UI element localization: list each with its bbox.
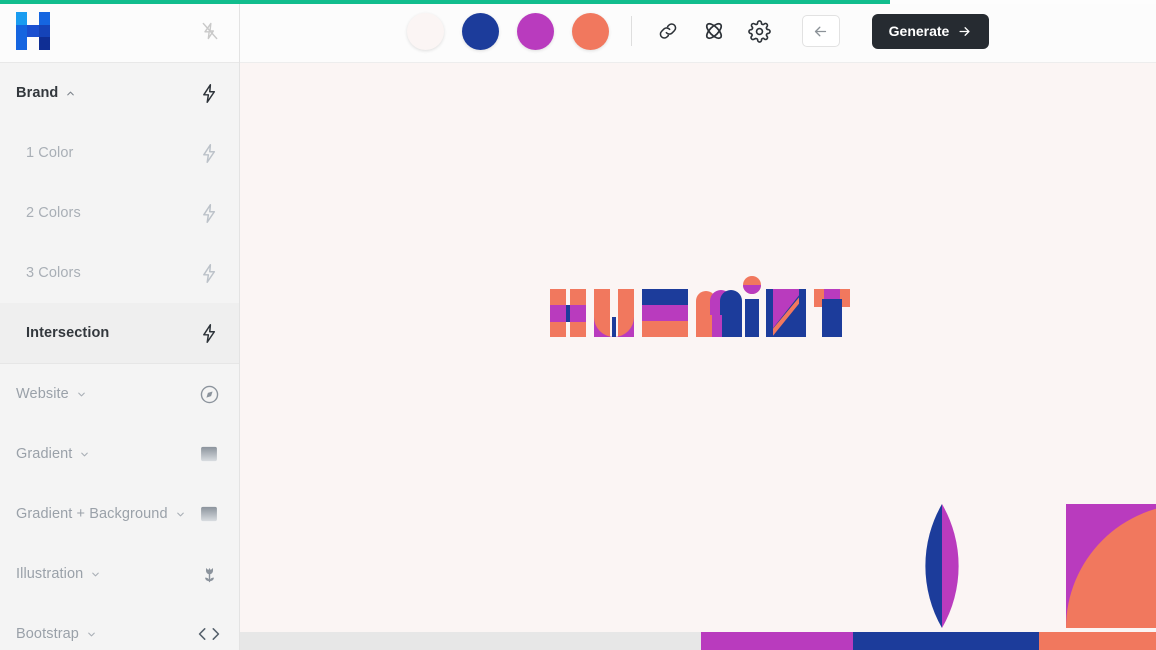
compass-icon[interactable]: [197, 382, 221, 406]
toolbar-actions: Generate: [654, 13, 990, 49]
sidebar-item-label: Illustration: [16, 566, 84, 582]
swatch-blue[interactable]: [461, 12, 499, 50]
undo-back-button[interactable]: [801, 15, 840, 47]
top-toolbar: Generate: [240, 0, 1156, 63]
chevron-down-icon: [90, 569, 101, 580]
sidebar-item-label: 1 Color: [26, 145, 74, 161]
generate-1-color-bolt-icon[interactable]: [197, 141, 221, 165]
bottom-color-blocks: [701, 632, 1156, 650]
generate-3-colors-bolt-icon[interactable]: [197, 261, 221, 285]
generate-intersection-bolt-icon[interactable]: [197, 321, 221, 345]
sidebar-item-brand[interactable]: Brand: [0, 63, 239, 123]
huemint-wordmark-artwork: [550, 276, 850, 337]
generation-progress-fill: [0, 0, 891, 4]
main-canvas-area: Generate: [240, 0, 1156, 650]
generation-progress-bar: [0, 0, 1156, 4]
generate-brand-bolt-icon[interactable]: [197, 81, 221, 105]
auto-generate-off-icon[interactable]: [199, 20, 221, 42]
sidebar-item-website[interactable]: Website: [0, 364, 239, 424]
sidebar-item-label: 3 Colors: [26, 265, 81, 281]
sidebar-header: [0, 0, 239, 63]
generate-button[interactable]: Generate: [871, 13, 990, 49]
swatch-background[interactable]: [406, 12, 444, 50]
sidebar: Brand 1 Color 2 Colors 3 Colors Intersec…: [0, 0, 240, 650]
bottom-block-blue: [852, 632, 1040, 650]
sidebar-item-2-colors[interactable]: 2 Colors: [0, 183, 239, 243]
link-icon[interactable]: [654, 17, 682, 45]
bottom-block-purple: [701, 632, 853, 650]
sidebar-item-label: Gradient: [16, 446, 73, 462]
chevron-down-icon: [76, 389, 87, 400]
gear-icon[interactable]: [746, 17, 774, 45]
atom-icon[interactable]: [700, 17, 728, 45]
sidebar-item-intersection[interactable]: Intersection: [0, 303, 239, 363]
chevron-down-icon: [79, 449, 90, 460]
sidebar-item-label: Brand: [16, 85, 59, 101]
toolbar-divider: [630, 16, 632, 46]
sidebar-item-label: Intersection: [26, 325, 110, 341]
chevron-down-icon: [86, 629, 97, 640]
sidebar-item-3-colors[interactable]: 3 Colors: [0, 243, 239, 303]
chevron-down-icon: [175, 509, 186, 520]
design-preview-stage: [240, 63, 1156, 650]
sidebar-item-label: Gradient + Background: [16, 506, 168, 522]
palette-swatches: [406, 12, 609, 50]
gradient-icon[interactable]: [197, 502, 221, 526]
code-icon[interactable]: [197, 622, 221, 646]
sidebar-item-bootstrap[interactable]: Bootstrap: [0, 604, 239, 650]
sidebar-item-gradient[interactable]: Gradient: [0, 424, 239, 484]
sidebar-item-illustration[interactable]: Illustration: [0, 544, 239, 604]
sidebar-item-1-color[interactable]: 1 Color: [0, 123, 239, 183]
arrow-right-icon: [959, 26, 970, 36]
decorative-leaf-shapes: [925, 504, 1156, 628]
bottom-block-coral: [1039, 632, 1156, 650]
app-root: Brand 1 Color 2 Colors 3 Colors Intersec…: [0, 0, 1156, 650]
sidebar-item-gradient-background[interactable]: Gradient + Background: [0, 484, 239, 544]
chevron-up-icon: [65, 88, 76, 99]
huemint-logo[interactable]: [16, 12, 50, 50]
tulip-icon[interactable]: [197, 562, 221, 586]
gradient-icon[interactable]: [197, 442, 221, 466]
sidebar-item-label: 2 Colors: [26, 205, 81, 221]
generate-2-colors-bolt-icon[interactable]: [197, 201, 221, 225]
generate-button-label: Generate: [888, 23, 950, 39]
swatch-coral[interactable]: [571, 12, 609, 50]
sidebar-group-brand: Brand 1 Color 2 Colors 3 Colors Intersec…: [0, 63, 239, 363]
swatch-purple[interactable]: [516, 12, 554, 50]
sidebar-item-label: Website: [16, 386, 69, 402]
sidebar-item-label: Bootstrap: [16, 626, 79, 642]
